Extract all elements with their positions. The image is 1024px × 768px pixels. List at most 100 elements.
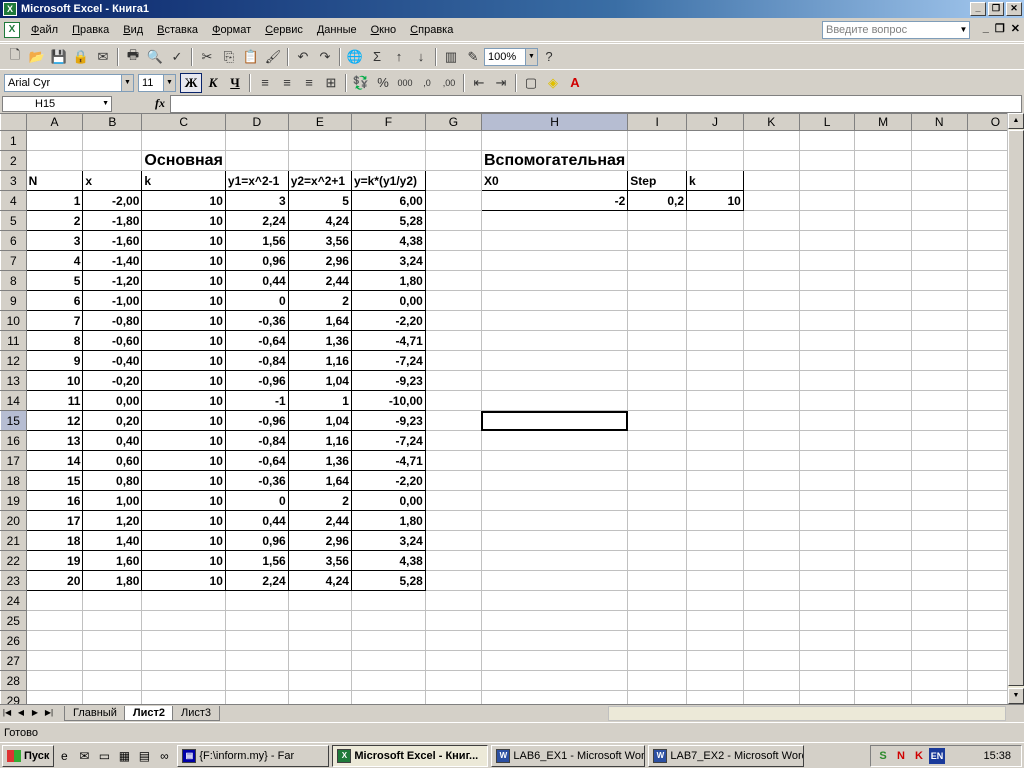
cell-N4[interactable] xyxy=(910,190,968,211)
row-header[interactable]: 3 xyxy=(0,170,27,191)
cell-J17[interactable] xyxy=(686,450,744,471)
column-header[interactable]: L xyxy=(798,113,856,131)
cell-H29[interactable] xyxy=(480,690,629,704)
merge-center-icon[interactable]: ⊞ xyxy=(320,72,342,94)
cell-D26[interactable] xyxy=(224,630,289,651)
row-header[interactable]: 25 xyxy=(0,610,27,631)
cell-A19[interactable]: 16 xyxy=(25,490,84,511)
cell-M21[interactable] xyxy=(854,530,912,551)
cell-L27[interactable] xyxy=(798,650,856,671)
cell-L15[interactable] xyxy=(798,410,856,431)
row-header[interactable]: 11 xyxy=(0,330,27,351)
cell-L24[interactable] xyxy=(798,590,856,611)
menu-help[interactable]: Справка xyxy=(403,24,460,36)
cell-G4[interactable] xyxy=(424,190,482,211)
cell-E24[interactable] xyxy=(287,590,352,611)
cell-C6[interactable]: 10 xyxy=(141,230,226,251)
cell-J23[interactable] xyxy=(686,570,744,591)
cell-I22[interactable] xyxy=(627,550,688,571)
cell-B18[interactable]: 0,80 xyxy=(82,470,143,491)
cell-G8[interactable] xyxy=(424,270,482,291)
menu-data[interactable]: Данные xyxy=(310,24,364,36)
menu-view[interactable]: Вид xyxy=(116,24,150,36)
ask-dropdown-icon[interactable]: ▼ xyxy=(958,22,969,38)
cell-C24[interactable] xyxy=(141,590,226,611)
cell-A13[interactable]: 10 xyxy=(25,370,84,391)
cell-J20[interactable] xyxy=(686,510,744,531)
cell-E26[interactable] xyxy=(287,630,352,651)
cell-G23[interactable] xyxy=(424,570,482,591)
cell-A7[interactable]: 4 xyxy=(25,250,84,271)
cell-J24[interactable] xyxy=(686,590,744,611)
cell-K19[interactable] xyxy=(742,490,800,511)
copy-icon[interactable]: ⎘ xyxy=(218,46,240,68)
restore-button[interactable]: ❐ xyxy=(988,2,1004,16)
cell-H4[interactable]: -2 xyxy=(480,190,629,211)
cell-K27[interactable] xyxy=(742,650,800,671)
cell-J18[interactable] xyxy=(686,470,744,491)
cell-K1[interactable] xyxy=(742,130,800,151)
cell-G22[interactable] xyxy=(424,550,482,571)
cell-M18[interactable] xyxy=(854,470,912,491)
cell-E18[interactable]: 1,64 xyxy=(287,470,352,491)
cell-C1[interactable] xyxy=(141,130,226,151)
column-header[interactable]: B xyxy=(82,113,143,131)
scroll-down-icon[interactable]: ▼ xyxy=(1008,688,1024,704)
cell-C26[interactable] xyxy=(141,630,226,651)
cell-F12[interactable]: -7,24 xyxy=(350,350,426,371)
decrease-decimal-icon[interactable]: ,00 xyxy=(438,72,460,94)
cell-L18[interactable] xyxy=(798,470,856,491)
row-header[interactable]: 29 xyxy=(0,690,27,704)
cell-A5[interactable]: 2 xyxy=(25,210,84,231)
cell-F16[interactable]: -7,24 xyxy=(350,430,426,451)
menu-file[interactable]: Файл xyxy=(24,24,65,36)
start-button[interactable]: Пуск xyxy=(2,744,55,767)
cell-G7[interactable] xyxy=(424,250,482,271)
cell-M3[interactable] xyxy=(854,170,912,191)
cell-I25[interactable] xyxy=(627,610,688,631)
cell-J19[interactable] xyxy=(686,490,744,511)
row-header[interactable]: 22 xyxy=(0,550,27,571)
cell-B28[interactable] xyxy=(82,670,143,691)
cell-I20[interactable] xyxy=(627,510,688,531)
print-icon[interactable]: 🖶 xyxy=(122,46,144,68)
cell-F9[interactable]: 0,00 xyxy=(350,290,426,311)
sort-ascending-icon[interactable]: ↑ xyxy=(388,46,410,68)
cell-F19[interactable]: 0,00 xyxy=(350,490,426,511)
cell-C21[interactable]: 10 xyxy=(141,530,226,551)
cell-L16[interactable] xyxy=(798,430,856,451)
cell-M2[interactable] xyxy=(854,150,912,171)
cell-C16[interactable]: 10 xyxy=(141,430,226,451)
cell-I1[interactable] xyxy=(627,130,688,151)
cell-F1[interactable] xyxy=(350,130,426,151)
cell-I14[interactable] xyxy=(627,390,688,411)
cell-B11[interactable]: -0,60 xyxy=(82,330,143,351)
cell-K6[interactable] xyxy=(742,230,800,251)
cell-K8[interactable] xyxy=(742,270,800,291)
cell-E2[interactable] xyxy=(287,150,352,171)
cell-M7[interactable] xyxy=(854,250,912,271)
cell-D19[interactable]: 0 xyxy=(224,490,289,511)
cell-G14[interactable] xyxy=(424,390,482,411)
column-header[interactable]: A xyxy=(25,113,84,131)
cell-L21[interactable] xyxy=(798,530,856,551)
font-name-select[interactable]: Arial Cyr ▼ xyxy=(4,73,134,92)
cell-M17[interactable] xyxy=(854,450,912,471)
column-header[interactable]: M xyxy=(854,113,912,131)
cell-G9[interactable] xyxy=(424,290,482,311)
cell-E21[interactable]: 2,96 xyxy=(287,530,352,551)
cell-I12[interactable] xyxy=(627,350,688,371)
email-icon[interactable]: ✉ xyxy=(92,46,114,68)
cell-A18[interactable]: 15 xyxy=(25,470,84,491)
cell-N29[interactable] xyxy=(910,690,968,704)
cell-M25[interactable] xyxy=(854,610,912,631)
cell-K13[interactable] xyxy=(742,370,800,391)
doc-close-button[interactable]: ✕ xyxy=(1011,22,1020,35)
column-header[interactable]: E xyxy=(287,113,352,131)
cell-M8[interactable] xyxy=(854,270,912,291)
cell-H21[interactable] xyxy=(480,530,629,551)
cell-M22[interactable] xyxy=(854,550,912,571)
cell-N21[interactable] xyxy=(910,530,968,551)
cell-H17[interactable] xyxy=(480,450,629,471)
cell-I13[interactable] xyxy=(627,370,688,391)
